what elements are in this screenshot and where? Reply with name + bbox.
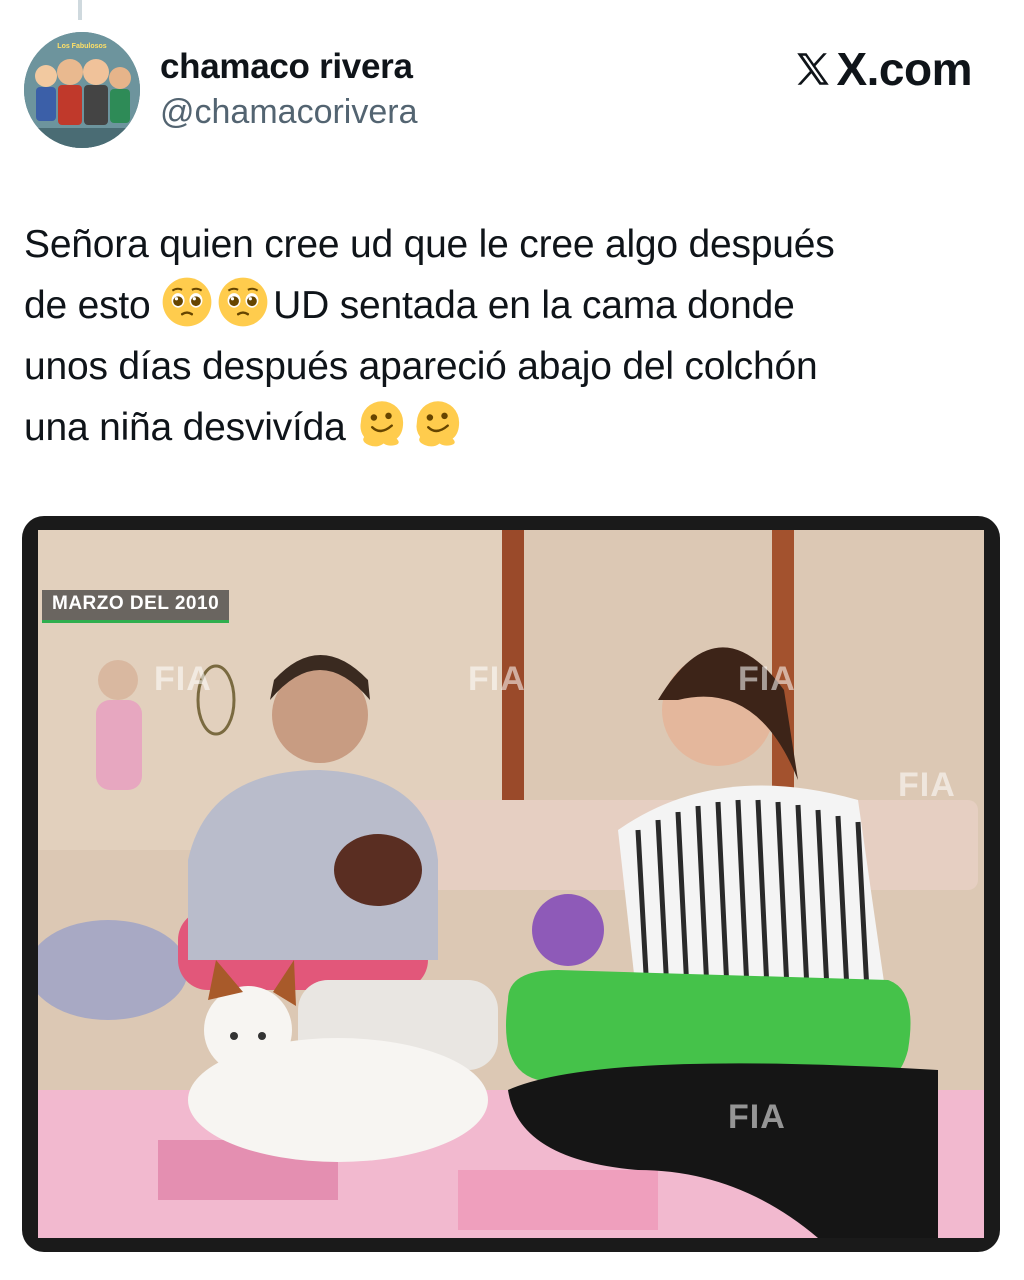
- pleading-face-icon: [218, 277, 268, 327]
- tweet-text-line-4: una niña desvivída: [24, 397, 984, 458]
- avatar-caption: Los Fabulosos: [57, 43, 107, 50]
- tweet-text-line-2: de esto UD sentada en la cama donde: [24, 275, 984, 336]
- video-watermark: FIA: [898, 766, 956, 804]
- melting-face-icon: [360, 401, 404, 447]
- tweet-media[interactable]: MARZO DEL 2010 FIA FIA FIA FIA FIA: [22, 516, 1000, 1252]
- date-badge: MARZO DEL 2010: [42, 590, 230, 623]
- video-frame: MARZO DEL 2010 FIA FIA FIA FIA FIA: [38, 530, 984, 1238]
- x-logo-icon: [797, 53, 830, 85]
- video-scene: [38, 530, 984, 1238]
- thread-connector-line: [78, 0, 82, 20]
- tweet-text-line-2-end: UD sentada en la cama donde: [273, 284, 795, 327]
- melting-face-icon: [416, 401, 460, 447]
- video-watermark: FIA: [154, 660, 212, 698]
- tweet-text-line-2-start: de esto: [24, 284, 162, 327]
- author-avatar[interactable]: Los Fabulosos: [24, 32, 140, 148]
- video-watermark: FIA: [728, 1098, 786, 1136]
- tweet-text: Señora quien cree ud que le cree algo de…: [24, 214, 984, 458]
- author-handle[interactable]: @chamacorivera: [160, 92, 418, 132]
- tweet-text-line-1: Señora quien cree ud que le cree algo de…: [24, 223, 835, 266]
- author-block: chamaco rivera @chamacorivera: [160, 46, 418, 132]
- x-brand: X.com: [792, 42, 972, 96]
- author-display-name[interactable]: chamaco rivera: [160, 46, 418, 88]
- video-watermark: FIA: [468, 660, 526, 698]
- video-watermark: FIA: [738, 660, 796, 698]
- pleading-face-icon: [162, 277, 212, 327]
- tweet-text-line-4-start: una niña desvivída: [24, 406, 357, 449]
- brand-label: X.com: [836, 43, 972, 95]
- tweet-text-line-3: unos días después apareció abajo del col…: [24, 345, 818, 388]
- avatar-illustration: Los Fabulosos: [24, 32, 140, 148]
